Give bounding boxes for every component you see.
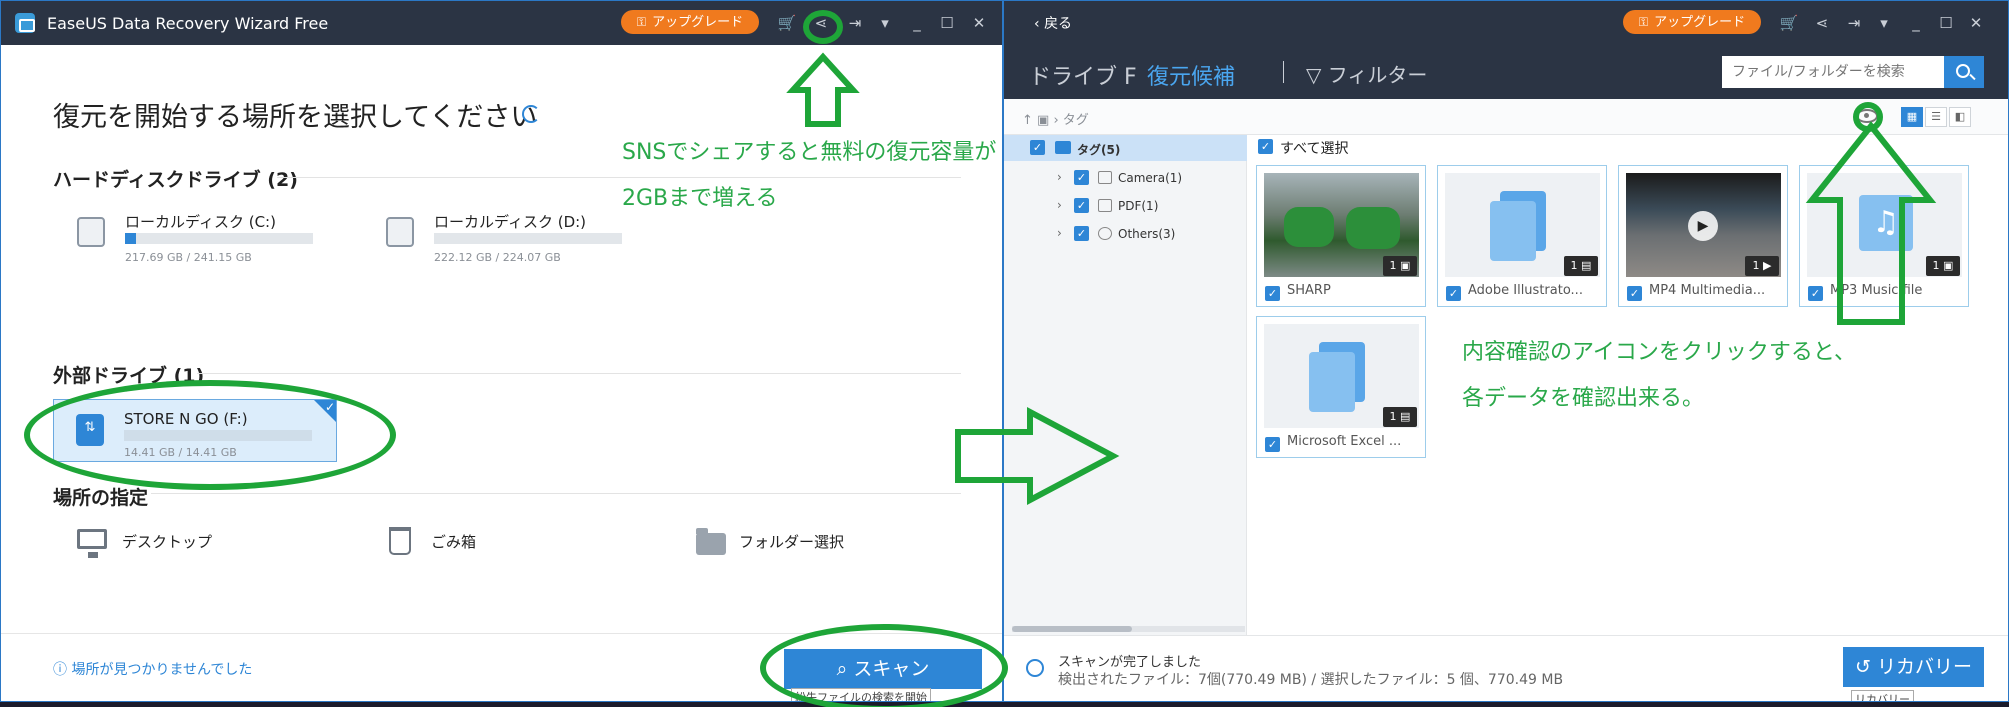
annotation-ellipse-eye <box>1853 102 1883 132</box>
annotation-ellipse-share <box>803 10 843 44</box>
annotation-preview-line1: 内容確認のアイコンをクリックすると、 <box>1462 340 1857 365</box>
annotation-right-arrow <box>955 407 1120 505</box>
annotation-preview-line2: 各データを確認出来る。 <box>1462 386 1705 411</box>
annotation-sns-line2: 2GBまで増える <box>622 186 778 211</box>
annotation-ellipse-scan <box>760 624 1008 707</box>
annotation-ellipse-drive <box>24 380 396 490</box>
annotation-up-arrow-large <box>1805 121 1937 325</box>
annotation-up-arrow <box>786 52 860 127</box>
annotation-sns-line1: SNSでシェアすると無料の復元容量が <box>622 140 997 165</box>
